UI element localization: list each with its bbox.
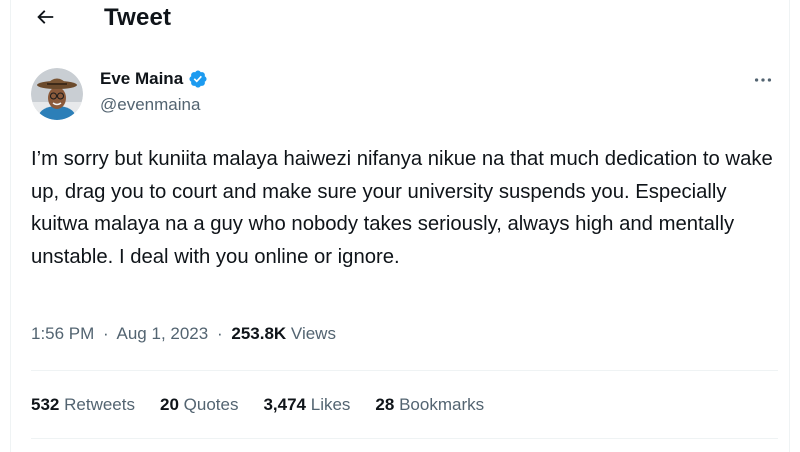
tweet-text: I’m sorry but kuniita malaya haiwezi nif… (31, 148, 773, 268)
page-header: Tweet (0, 0, 800, 36)
views-count: 253.8K (231, 324, 287, 343)
quotes-stat[interactable]: 20 Quotes (160, 395, 238, 415)
avatar[interactable] (31, 68, 83, 120)
retweets-count: 532 (31, 395, 60, 414)
page-title: Tweet (104, 4, 172, 31)
left-border (10, 0, 11, 452)
divider (31, 370, 778, 371)
quotes-count: 20 (159, 395, 179, 414)
tweet-time[interactable]: 1:56 PM (31, 324, 94, 343)
more-options-button[interactable] (748, 68, 778, 92)
author-name[interactable]: Eve Maina (100, 69, 183, 89)
author-handle[interactable]: @evenmaina (100, 95, 200, 115)
bookmarks-count: 28 (375, 395, 395, 414)
author-name-row: Eve Maina (100, 69, 208, 89)
bookmarks-label: Bookmarks (399, 395, 485, 414)
back-button[interactable] (30, 2, 60, 32)
likes-stat[interactable]: 3,474 Likes (263, 395, 350, 415)
right-border (789, 0, 790, 452)
divider (31, 438, 778, 439)
quotes-label: Quotes (183, 395, 239, 414)
retweets-label: Retweets (64, 395, 135, 414)
tweet-meta: 1:56 PM · Aug 1, 2023 · 253.8K Views (31, 324, 336, 344)
verified-badge-icon (188, 69, 208, 89)
arrow-left-icon (37, 10, 54, 24)
meta-separator: · (103, 324, 109, 343)
views-label: Views (290, 324, 336, 343)
retweets-stat[interactable]: 532 Retweets (31, 395, 135, 415)
likes-count: 3,474 (263, 395, 306, 414)
bookmarks-stat[interactable]: 28 Bookmarks (375, 395, 484, 415)
engagement-stats: 532 Retweets 20 Quotes 3,474 Likes 28 Bo… (31, 395, 509, 415)
more-horizontal-icon (754, 78, 772, 82)
tweet-date[interactable]: Aug 1, 2023 (117, 324, 209, 343)
meta-separator: · (216, 324, 223, 343)
likes-label: Likes (310, 395, 351, 414)
